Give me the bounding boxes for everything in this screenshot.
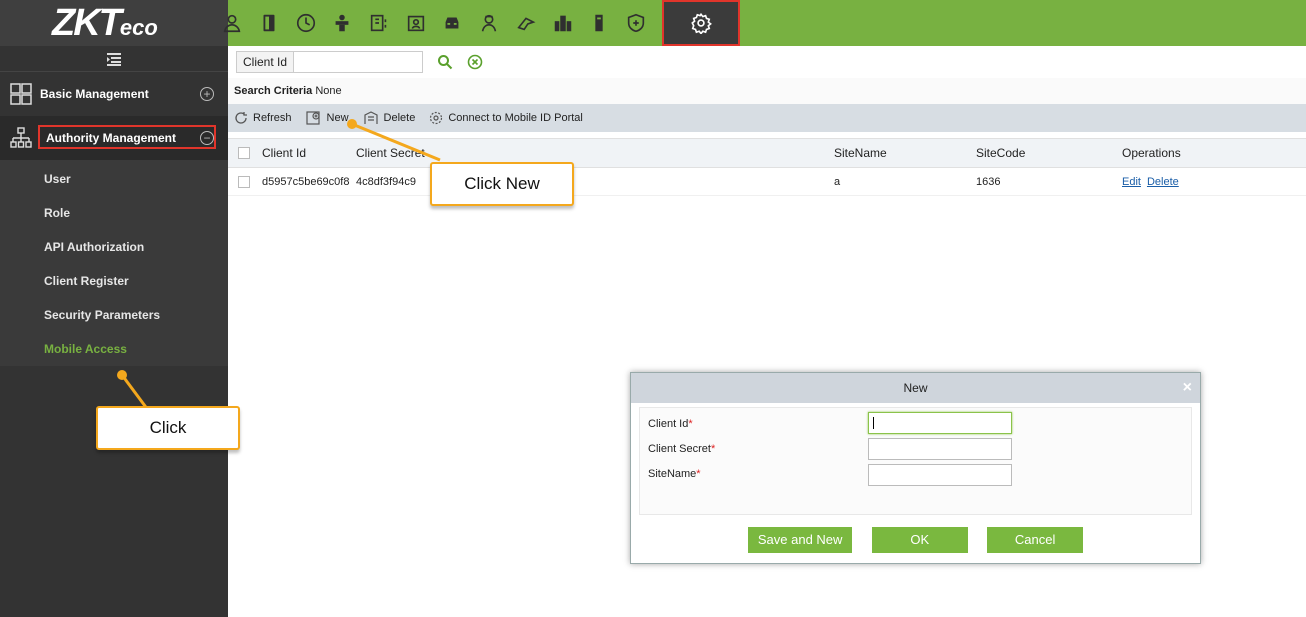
save-and-new-button[interactable]: Save and New [747,527,853,553]
sidebar-item-mobile-access[interactable]: Mobile Access [0,332,228,366]
hierarchy-icon [10,127,32,148]
door-icon[interactable] [251,0,288,46]
shield-plus-icon[interactable] [618,0,655,46]
grid-icon [10,83,32,105]
cell-site-name: a [834,175,841,188]
site-name-label: SiteName* [648,468,701,480]
header-site-code[interactable]: SiteCode [976,146,1122,160]
dialog-buttons: Save and New OK Cancel [631,527,1200,553]
zkteco-logo: ZKTeco [0,0,228,46]
dialog-title-bar: New × [631,373,1200,403]
car-icon[interactable] [434,0,471,46]
sidebar: Basic Management + Authority Management … [0,46,228,617]
guard-icon[interactable] [471,0,508,46]
close-icon[interactable]: × [1183,373,1192,403]
badge-icon[interactable] [397,0,434,46]
select-all-checkbox[interactable] [238,147,250,159]
table-row[interactable]: d5957c5be69c0f8 4c8df3f94c9 a 1636 Edit D… [228,168,1306,196]
elevator-icon[interactable] [324,0,361,46]
sidebar-item-client-register[interactable]: Client Register [0,264,228,298]
sidebar-item-api-authorization[interactable]: API Authorization [0,230,228,264]
clock-icon[interactable] [287,0,324,46]
delete-link[interactable]: Delete [1147,176,1179,188]
header-client-id[interactable]: Client Id [262,146,356,160]
header-client-secret[interactable]: Client Secret [356,146,834,160]
ok-button[interactable]: OK [871,527,968,553]
new-client-dialog: New × Client Id* Client Secret* SiteName… [630,372,1201,564]
client-id-field[interactable] [868,412,1012,434]
delete-icon [363,111,378,124]
cancel-button[interactable]: Cancel [987,527,1084,553]
search-bar: Client Id [228,46,1306,78]
site-name-field[interactable] [868,464,1012,486]
module-icon-bar [214,0,741,46]
cell-client-id: d5957c5be69c0f8 [262,175,350,188]
dialog-form: Client Id* Client Secret* SiteName* [639,407,1192,515]
client-secret-field[interactable] [868,438,1012,460]
table-header: Client Id Client Secret SiteName SiteCod… [228,138,1306,168]
new-button[interactable]: New [305,111,349,125]
search-icon[interactable] [437,54,453,70]
sidebar-item-role[interactable]: Role [0,196,228,230]
patrol-icon[interactable] [508,0,545,46]
gear-icon[interactable] [662,0,741,46]
clear-search-icon[interactable] [467,54,483,70]
cell-operations: Edit Delete [1122,176,1242,188]
header-site-name[interactable]: SiteName [834,146,976,160]
person-icon[interactable] [214,0,251,46]
row-checkbox[interactable] [238,175,250,188]
collapse-icon [107,52,121,66]
highlight-box [38,125,216,149]
visitor-icon[interactable] [361,0,398,46]
cell-site-code: 1636 [976,175,1001,188]
header-operations: Operations [1122,146,1181,160]
edit-link[interactable]: Edit [1122,176,1141,188]
client-secret-label: Client Secret* [648,443,716,455]
dialog-title: New [903,381,928,395]
client-id-search-input[interactable] [293,51,424,73]
menu-authority-management[interactable]: Authority Management − [0,116,228,160]
portal-gear-icon [430,111,443,125]
sidebar-item-security-parameters[interactable]: Security Parameters [0,298,228,332]
refresh-button[interactable]: Refresh [234,111,292,125]
callout-click: Click [96,406,240,450]
delete-button[interactable]: Delete [363,111,415,125]
client-id-search-label: Client Id [236,51,294,73]
menu-basic-management[interactable]: Basic Management + [0,72,228,116]
new-icon [305,111,320,125]
toolbar: Refresh New Delete Connect to Mobile ID … [228,104,1306,132]
expand-icon[interactable]: + [200,87,214,101]
sidebar-item-user[interactable]: User [0,162,228,196]
connect-portal-button[interactable]: Connect to Mobile ID Portal [429,111,583,125]
building-icon[interactable] [544,0,581,46]
refresh-icon [235,112,247,124]
authority-submenu: User Role API Authorization Client Regis… [0,160,228,366]
top-navigation-bar: ZKTeco [0,0,1306,46]
menu-basic-management-label: Basic Management [40,87,149,101]
cell-client-secret: 4c8df3f94c9 [356,175,416,188]
client-id-label: Client Id* [648,418,693,430]
tower-icon[interactable] [581,0,618,46]
search-criteria: Search Criteria None [228,78,1306,104]
sidebar-collapse-button[interactable] [0,46,228,72]
callout-click-new: Click New [430,162,574,206]
